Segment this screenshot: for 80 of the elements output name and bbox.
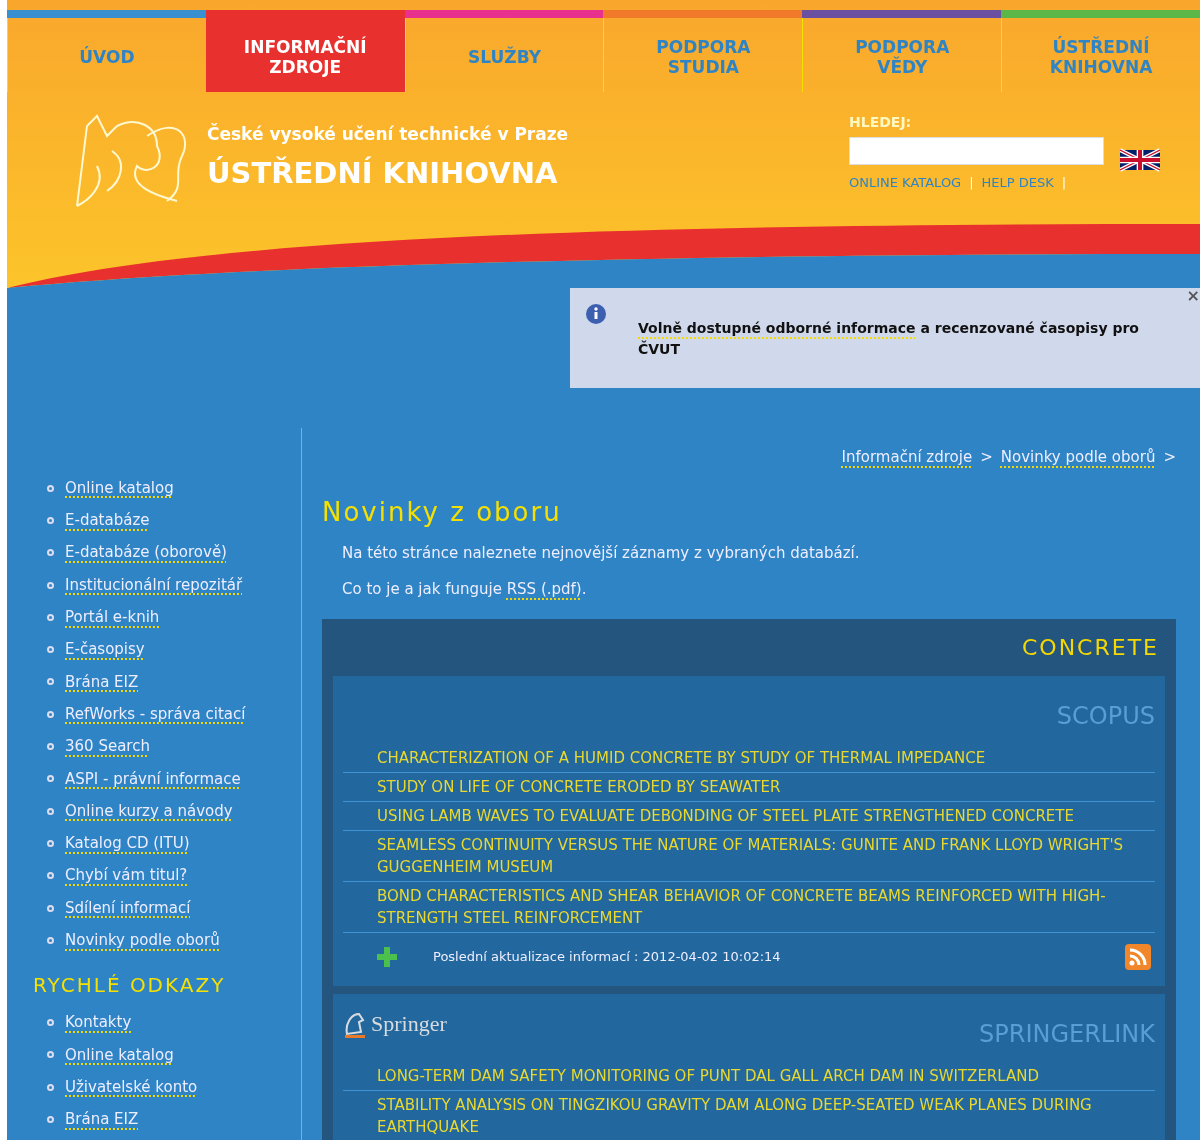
sidebar-link[interactable]: Institucionální repozitář xyxy=(65,573,243,597)
bullet-icon xyxy=(47,549,54,557)
notice-text: Volně dostupné odborné informace a recenzované časopisy pro ČVUT xyxy=(638,319,1140,359)
rss-text: Co to je a jak funguje RSS (.pdf). xyxy=(342,579,588,600)
rss-link[interactable]: RSS (.pdf) xyxy=(506,580,582,598)
source-name: SPRINGERLINK xyxy=(979,1018,1155,1050)
nav-tab[interactable]: SLUŽBY xyxy=(404,18,604,92)
bullet-icon xyxy=(47,775,54,783)
bullet-icon xyxy=(47,710,54,718)
bullet-icon xyxy=(47,613,54,621)
sidebar-link[interactable]: E-databáze (oborově) xyxy=(65,541,227,564)
article-link[interactable]: SEAMLESS CONTINUITY VERSUS THE NATURE OF MATERIALS: GUNITE AND FRANK LLOYD WRIGHT'S GUGGENHEIM MUSEUM xyxy=(377,833,1145,878)
article-link[interactable]: LONG-TERM DAM SAFETY MONITORING OF PUNT DAL GALL ARCH DAM IN SWITZERLAND xyxy=(377,1064,1145,1087)
header-link[interactable]: HELP DESK xyxy=(981,173,1054,193)
bullet-icon xyxy=(47,484,54,492)
sidebar-link[interactable]: Kontakty xyxy=(65,1011,132,1034)
page-title: Novinky z oboru xyxy=(322,495,563,529)
bullet-icon xyxy=(47,646,54,654)
article-link[interactable]: BOND CHARACTERISTICS AND SHEAR BEHAVIOR OF CONCRETE BEAMS REINFORCED WITH HIGH-STRENGTH STEEL REINFORCEMENT xyxy=(377,884,1145,929)
article-link[interactable]: CHARACTERIZATION OF A HUMID CONCRETE BY STUDY OF THERMAL IMPEDANCE xyxy=(377,746,1145,769)
breadcrumb-link[interactable]: Informační zdroje xyxy=(841,446,973,469)
sidebar-link[interactable]: Brána EIZ xyxy=(65,670,139,694)
nav-tab[interactable]: ÚVOD xyxy=(7,18,206,92)
info-icon xyxy=(586,304,606,324)
article-link[interactable]: STUDY ON LIFE OF CONCRETE ERODED BY SEAWATER xyxy=(377,775,1145,798)
bullet-icon xyxy=(47,1051,54,1059)
sidebar-link[interactable]: 360 Search xyxy=(65,735,150,758)
search-field[interactable] xyxy=(849,137,1104,165)
link-separator: | xyxy=(1061,174,1067,192)
bullet-icon xyxy=(47,839,54,847)
sidebar-link[interactable]: Uživatelské konto xyxy=(65,1075,198,1099)
bullet-icon xyxy=(47,904,54,912)
bullet-icon xyxy=(47,581,54,589)
rss-icon[interactable] xyxy=(1125,944,1151,970)
sidebar-link[interactable]: Sdílení informací xyxy=(65,896,191,920)
notice-link[interactable]: Volně dostupné odborné informace xyxy=(638,320,916,336)
nav-tab[interactable]: PODPORA STUDIA xyxy=(603,18,803,92)
link-separator: | xyxy=(969,174,974,192)
bullet-icon xyxy=(47,936,54,944)
intro-text: Na této stránce naleznete nejnovější záznamy z vybraných databází. xyxy=(342,542,861,564)
sidebar-link[interactable]: E-časopisy xyxy=(65,638,145,661)
bullet-icon xyxy=(47,1083,54,1091)
bullet-icon xyxy=(47,516,54,524)
library-title: ÚSTŘEDNÍ KNIHOVNA xyxy=(207,155,559,190)
bullet-icon xyxy=(47,743,54,750)
bullet-icon xyxy=(47,807,54,815)
sidebar-link[interactable]: RefWorks - správa citací xyxy=(65,702,246,726)
sidebar-link[interactable]: Portál e-knih xyxy=(65,606,160,629)
sidebar-link[interactable]: Online katalog xyxy=(65,1043,174,1067)
update-text: Poslední aktualizace informací : 2012-04-02 10:02:14 xyxy=(433,948,781,967)
article-link[interactable]: STABILITY ANALYSIS ON TINGZIKOU GRAVITY DAM ALONG DEEP-SEATED WEAK PLANES DURING EARTHQUAKE xyxy=(377,1093,1145,1138)
sidebar-link[interactable]: Online kurzy a návody xyxy=(65,799,233,823)
breadcrumb-separator: > xyxy=(1163,447,1176,468)
bullet-icon xyxy=(47,872,54,880)
close-button[interactable]: × xyxy=(1186,288,1200,304)
bullet-icon xyxy=(47,1116,54,1123)
sidebar-link[interactable]: Brána EIZ xyxy=(65,1108,139,1131)
topic-title: CONCRETE xyxy=(1020,633,1160,662)
nav-tab[interactable]: PODPORA VĚDY xyxy=(802,18,1002,92)
plus-icon[interactable] xyxy=(377,947,397,967)
breadcrumb-separator: > xyxy=(980,447,993,468)
sidebar-link[interactable]: Katalog CD (ITU) xyxy=(65,832,190,855)
nav-tab[interactable]: ÚSTŘEDNÍ KNIHOVNA xyxy=(1001,18,1200,92)
springer-logo: Springer xyxy=(343,1007,447,1040)
university-name: České vysoké učení technické v Praze xyxy=(207,122,569,146)
bullet-icon xyxy=(47,678,54,686)
search-label: HLEDEJ: xyxy=(849,113,913,132)
source-name: SCOPUS xyxy=(1056,700,1155,732)
sidebar-link[interactable]: E-databáze xyxy=(65,509,150,532)
quick-links-heading: RYCHLÉ ODKAZY xyxy=(33,972,227,1000)
sidebar-link[interactable]: ASPI - právní informace xyxy=(65,767,241,791)
sidebar-link[interactable]: Chybí vám titul? xyxy=(65,864,188,887)
sidebar-link[interactable]: Novinky podle oborů xyxy=(65,929,220,952)
nav-tab[interactable]: INFORMAČNÍ ZDROJE xyxy=(205,18,405,92)
sidebar-link[interactable]: Online katalog xyxy=(65,476,174,500)
article-link[interactable]: USING LAMB WAVES TO EVALUATE DEBONDING OF STEEL PLATE STRENGTHENED CONCRETE xyxy=(377,804,1145,827)
header-link[interactable]: ONLINE KATALOG xyxy=(849,173,962,193)
breadcrumb-link[interactable]: Novinky podle oborů xyxy=(1000,446,1156,469)
bullet-icon xyxy=(47,1019,54,1027)
uk-flag-icon[interactable] xyxy=(1120,146,1160,174)
